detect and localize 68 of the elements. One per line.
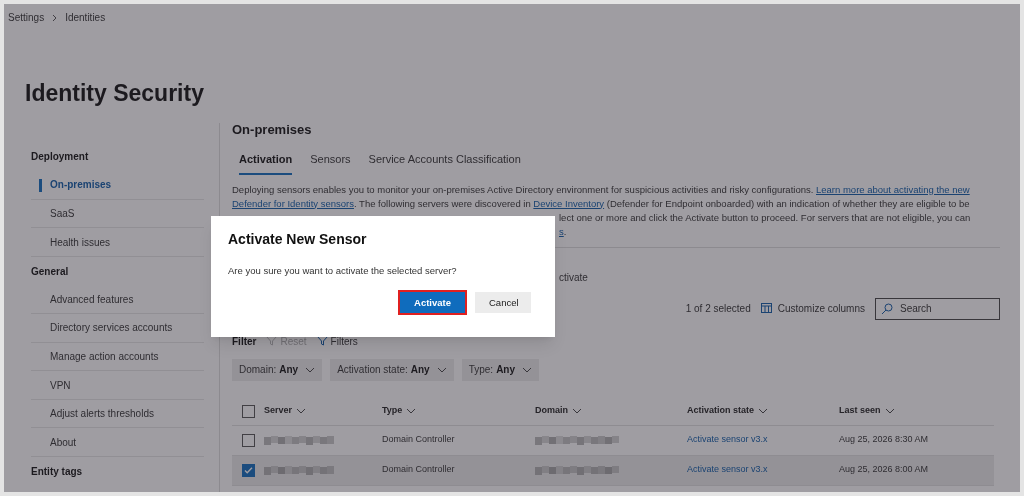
tab[interactable]: Sensors [310,151,351,175]
filter-dropdown[interactable]: Type: Any [461,358,540,381]
sidebar-item[interactable]: Manage action accounts [31,342,204,372]
description-text: Deploying sensors enables you to monitor your on-premises Active Directory environment for suspicious activities and risky configurations. Learn more about activating the new [232,182,971,197]
sidebar-item[interactable]: Adjust alerts thresholds [31,399,204,429]
breadcrumb-link[interactable]: Settings [8,10,45,25]
link[interactable]: Learn more about activating the new [816,183,970,195]
sidebar-heading: Deployment [31,150,90,165]
sidebar-heading: Entity tags [31,464,84,479]
search-icon [881,302,893,315]
activate-button[interactable]: ctivate [559,271,588,283]
chevron-down-icon [522,366,533,373]
selection-bar [39,179,42,193]
filter-label: Filter [232,334,257,349]
chevron-down-icon [572,408,582,414]
activation-link[interactable]: Activate sensor v3.x [687,434,768,445]
checkbox[interactable] [242,433,255,447]
column-header[interactable]: Type [382,404,417,418]
filter-dropdown[interactable]: Domain: Any [232,358,323,381]
dialog-message: Are you sure you want to activate the selected server? [228,264,458,278]
activate-button[interactable]: Activate [400,292,465,314]
activation-link[interactable]: Activate sensor v3.x [687,464,768,475]
cancel-button[interactable]: Cancel [475,292,531,314]
tab[interactable]: Activation [239,151,293,175]
chevron-right-icon [52,13,58,22]
chevron-down-icon [758,408,769,414]
page-title: Identity Security [25,79,205,108]
chevron-down-icon [305,366,316,373]
sidebar-item[interactable]: On-premises [31,171,204,200]
sidebar-item[interactable]: VPN [31,371,204,400]
tab[interactable]: Service Accounts Classification [368,151,521,175]
sidebar-item[interactable]: Health issues [31,228,204,257]
table-cell: Domain Controller [382,434,455,445]
table-row[interactable]: Domain Controller Activate sensor v3.x Aug 25, 2026 8:00 AM [232,455,994,486]
column-header[interactable]: Last seen [839,404,895,418]
breadcrumb-current: Identities [65,11,106,25]
column-header[interactable]: Activation state [687,404,769,418]
sidebar-item[interactable]: Directory services accounts [31,314,204,343]
columns-icon [760,303,773,314]
funnel-icon [266,336,278,346]
search-field[interactable]: Search [875,297,1000,320]
link[interactable]: Device Inventory [533,197,605,209]
filters-button[interactable]: Filters [316,333,358,349]
sidebar-heading: General [31,264,70,279]
section-title: On-premises [232,120,313,139]
funnel-icon [316,336,328,346]
checkbox[interactable] [242,404,255,418]
table-cell: Aug 25, 2026 8:00 AM [839,464,929,475]
link[interactable]: Defender for Identity sensors [232,197,354,209]
chevron-down-icon [884,408,895,414]
sidebar-item[interactable]: Advanced features [31,285,204,315]
customize-columns-button[interactable]: Customize columns [760,301,865,316]
chevron-down-icon [406,408,417,414]
sidebar-item[interactable]: About [31,428,204,458]
column-header[interactable]: Server [264,404,307,418]
selection-count: 1 of 2 selected [685,302,751,316]
chevron-down-icon [436,366,447,373]
checkbox[interactable] [242,463,255,477]
link[interactable]: s [559,225,564,237]
table-cell: Domain Controller [382,464,455,475]
dialog-title: Activate New Sensor [228,230,368,249]
filter-dropdown[interactable]: Activation state: Any [330,358,454,381]
chevron-down-icon [296,408,307,414]
description-text: Defender for Identity sensors. The following servers were discovered in Device Inventory (Defender for Endpoint onboarded) with an indication of whether they are eligible to be [232,196,971,211]
sidebar-item[interactable]: SaaS [31,199,204,229]
column-header[interactable]: Domain [535,404,582,418]
description-text: lect one or more and click the Activate button to proceed. For servers that are not eligible, you can [558,210,972,225]
table-cell: Aug 25, 2026 8:30 AM [839,434,929,445]
